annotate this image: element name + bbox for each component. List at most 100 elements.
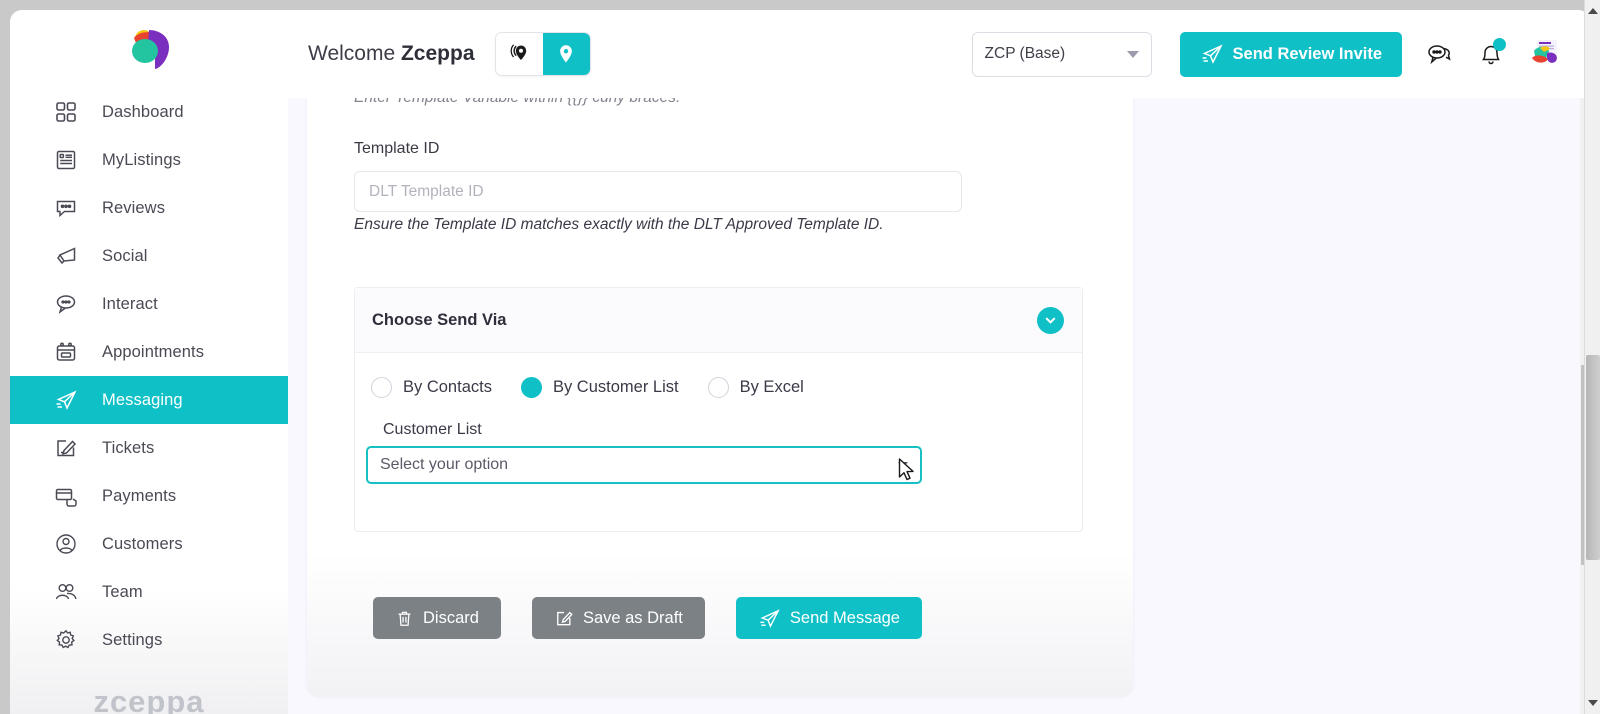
radio-label: By Excel (739, 378, 804, 396)
sidebar-item-label: Customers (102, 534, 183, 553)
sidebar-nav: Dashboard MyListings Reviews Social Inte… (10, 88, 288, 664)
template-id-helper: Ensure the Template ID matches exactly w… (354, 216, 884, 233)
grid-icon (53, 99, 79, 125)
brand-wordmark: zceppa (93, 684, 205, 714)
sidebar-item-customers[interactable]: Customers (10, 520, 288, 568)
account-select-value: ZCP (Base) (984, 45, 1066, 62)
save-draft-icon (557, 611, 573, 626)
notification-badge (1493, 38, 1506, 51)
chat-dots-icon (53, 195, 79, 221)
send-review-invite-button[interactable]: Send Review Invite (1179, 31, 1402, 77)
top-bar: Welcome Zceppa ZCP (Base) Send Review In… (288, 10, 1590, 98)
multi-location-pin-icon (510, 44, 527, 60)
send-review-invite-label: Send Review Invite (1232, 44, 1382, 63)
scroll-down-arrow-icon[interactable] (1588, 700, 1598, 706)
chevron-down-icon (1045, 317, 1056, 324)
paper-plane-icon (760, 608, 780, 628)
avatar[interactable] (1528, 39, 1562, 69)
save-as-draft-label: Save as Draft (582, 608, 683, 627)
sidebar-item-messaging[interactable]: Messaging (10, 376, 288, 424)
send-message-button[interactable]: Send Message (735, 597, 922, 639)
speech-bubbles-icon (53, 291, 79, 317)
sidebar-item-social[interactable]: Social (10, 232, 288, 280)
radio-by-contacts[interactable]: By Contacts (371, 377, 492, 398)
welcome-prefix: Welcome (308, 42, 401, 65)
list-card-icon (53, 147, 79, 173)
choose-send-via-panel: Choose Send Via By Contacts By Customer … (354, 287, 1083, 532)
message-form-card: Enter Template Variable within {{}} curl… (307, 98, 1133, 696)
sidebar-item-label: MyListings (102, 150, 181, 169)
user-avatar-icon (1532, 40, 1557, 63)
chevron-down-icon (1126, 50, 1139, 58)
sidebar-item-tickets[interactable]: Tickets (10, 424, 288, 472)
sidebar-item-label: Tickets (102, 438, 155, 457)
sidebar-item-team[interactable]: Team (10, 568, 288, 616)
multi-location-button[interactable] (495, 33, 543, 75)
sidebar-item-mylistings[interactable]: MyListings (10, 136, 288, 184)
form-actions: Discard Save as Draft Send Message (373, 597, 922, 639)
save-as-draft-button[interactable]: Save as Draft (531, 597, 705, 639)
sidebar-item-reviews[interactable]: Reviews (10, 184, 288, 232)
topbar-actions: ZCP (Base) Send Review Invite (971, 31, 1590, 77)
template-variable-hint: Enter Template Variable within {{}} curl… (354, 98, 680, 107)
collapse-panel-button[interactable] (1037, 306, 1064, 334)
trash-icon (398, 611, 411, 626)
sidebar-item-label: Interact (102, 294, 158, 313)
user-badge-icon (53, 531, 79, 557)
discard-button[interactable]: Discard (373, 597, 501, 639)
sidebar-item-label: Appointments (102, 342, 205, 361)
chevron-down-icon (898, 462, 908, 468)
notifications-button[interactable] (1476, 38, 1506, 69)
calendar-icon (53, 339, 79, 365)
sidebar-item-label: Team (102, 582, 143, 601)
sidebar-item-appointments[interactable]: Appointments (10, 328, 288, 376)
send-via-options: By Contacts By Customer List By Excel (355, 353, 1082, 398)
sidebar-item-label: Settings (102, 630, 163, 649)
choose-send-via-title: Choose Send Via (372, 310, 507, 329)
radio-label: By Customer List (552, 378, 679, 396)
app-logo[interactable] (10, 10, 288, 88)
sidebar-item-label: Messaging (102, 390, 183, 409)
welcome-name: Zceppa (400, 42, 475, 65)
welcome-title: Welcome Zceppa (308, 42, 475, 66)
sidebar-item-interact[interactable]: Interact (10, 280, 288, 328)
sidebar-item-dashboard[interactable]: Dashboard (10, 88, 288, 136)
browser-window: Dashboard MyListings Reviews Social Inte… (10, 10, 1590, 714)
template-id-input[interactable] (354, 171, 962, 212)
window-scrollbar[interactable] (1584, 0, 1600, 714)
location-toggle (494, 32, 591, 76)
sidebar-item-payments[interactable]: Payments (10, 472, 288, 520)
radio-circle-icon (707, 377, 729, 398)
sidebar-item-label: Dashboard (102, 102, 184, 121)
gear-icon (53, 627, 79, 653)
zceppa-logo-icon (132, 29, 169, 69)
choose-send-via-header: Choose Send Via (355, 288, 1082, 353)
sidebar-item-label: Social (102, 246, 148, 265)
chat-button[interactable] (1424, 39, 1454, 69)
users-group-icon (53, 579, 79, 605)
location-pin-icon (560, 45, 572, 63)
sidebar-item-settings[interactable]: Settings (10, 616, 288, 664)
window-scrollbar-thumb[interactable] (1586, 355, 1600, 560)
sidebar: Dashboard MyListings Reviews Social Inte… (10, 10, 288, 714)
radio-circle-icon (371, 377, 392, 398)
sidebar-item-label: Payments (102, 486, 177, 505)
customer-list-label: Customer List (383, 421, 482, 438)
scroll-up-arrow-icon[interactable] (1588, 8, 1598, 14)
radio-label: By Contacts (403, 378, 492, 396)
paper-plane-icon (53, 387, 79, 413)
megaphone-icon (53, 243, 79, 269)
paper-plane-icon (1202, 44, 1223, 64)
single-location-button[interactable] (542, 33, 590, 75)
radio-by-excel[interactable]: By Excel (707, 377, 804, 398)
template-id-label: Template ID (354, 140, 440, 157)
sidebar-item-label: Reviews (102, 198, 166, 217)
radio-by-customer-list[interactable]: By Customer List (520, 377, 679, 398)
customer-list-select-value: Select your option (380, 456, 509, 473)
chat-bubbles-icon (1428, 45, 1451, 65)
customer-list-select[interactable]: Select your option (366, 446, 922, 484)
discard-label: Discard (423, 608, 479, 627)
account-select[interactable]: ZCP (Base) (971, 31, 1152, 77)
send-message-label: Send Message (789, 608, 900, 627)
radio-circle-icon (520, 377, 542, 398)
